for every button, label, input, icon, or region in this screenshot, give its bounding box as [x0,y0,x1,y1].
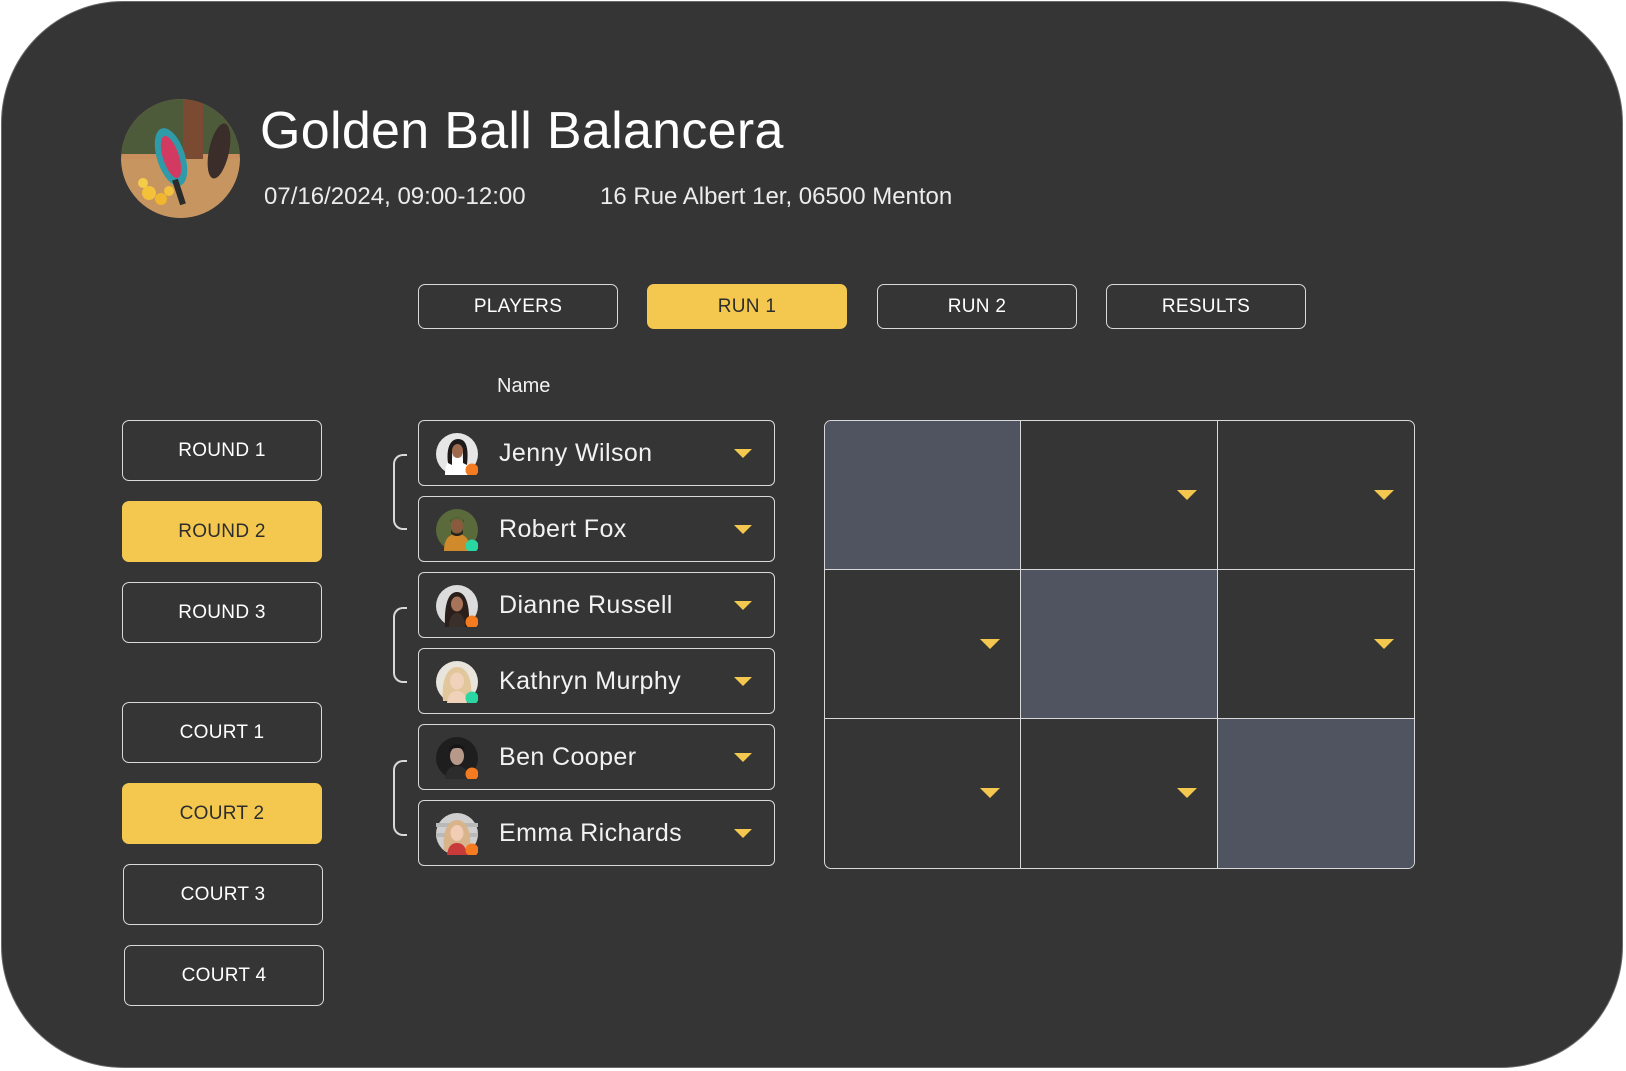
grid-cell-diagonal [825,421,1022,570]
grid-cell-score-select[interactable] [1021,421,1218,570]
event-photo-icon [121,99,240,218]
player-select-ben-cooper[interactable]: Ben Cooper [418,724,775,790]
pair-bracket-3 [393,760,407,836]
round-2-button[interactable]: ROUND 2 [122,501,322,562]
grid-cell-score-select[interactable] [825,719,1022,868]
player-select-dianne-russell[interactable]: Dianne Russell [418,572,775,638]
chevron-down-icon [734,829,752,838]
grid-cell-diagonal [1217,719,1414,868]
chevron-down-icon [1373,490,1394,500]
player-name: Dianne Russell [499,591,673,619]
player-name: Kathryn Murphy [499,667,682,695]
avatar [436,585,478,627]
grid-cell-diagonal [1021,570,1218,719]
player-name: Robert Fox [499,515,627,543]
grid-cell-score-select[interactable] [1021,719,1218,868]
chevron-down-icon [1373,639,1394,649]
player-name: Ben Cooper [499,743,637,771]
pair-bracket-1 [393,454,407,530]
avatar [436,737,478,779]
event-avatar [121,99,240,218]
chevron-down-icon [980,639,1001,649]
chevron-down-icon [1176,788,1197,798]
chevron-down-icon [734,449,752,458]
player-name: Jenny Wilson [499,439,653,467]
grid-cell-score-select[interactable] [1217,570,1414,719]
player-select-robert-fox[interactable]: Robert Fox [418,496,775,562]
event-title: Golden Ball Balancera [260,102,784,160]
player-name: Emma Richards [499,819,683,847]
round-3-button[interactable]: ROUND 3 [122,582,322,643]
chevron-down-icon [734,525,752,534]
court-1-button[interactable]: COURT 1 [122,702,322,763]
player-select-jenny-wilson[interactable]: Jenny Wilson [418,420,775,486]
tab-results[interactable]: RESULTS [1106,284,1306,329]
avatar [436,433,478,475]
event-datetime: 07/16/2024, 09:00-12:00 [264,183,526,210]
chevron-down-icon [1176,490,1197,500]
match-score-grid [824,420,1415,869]
round-1-button[interactable]: ROUND 1 [122,420,322,481]
pair-bracket-2 [393,607,407,683]
avatar [436,509,478,551]
event-address: 16 Rue Albert 1er, 06500 Menton [600,183,953,210]
chevron-down-icon [734,601,752,610]
tab-players[interactable]: PLAYERS [418,284,618,329]
avatar [436,661,478,703]
chevron-down-icon [980,788,1001,798]
court-2-button[interactable]: COURT 2 [122,783,322,844]
grid-cell-score-select[interactable] [825,570,1022,719]
court-3-button[interactable]: COURT 3 [123,864,323,925]
player-select-emma-richards[interactable]: Emma Richards [418,800,775,866]
app-frame: Golden Ball Balancera 07/16/2024, 09:00-… [1,1,1623,1068]
name-column-header: Name [497,375,551,397]
tab-run-2[interactable]: RUN 2 [877,284,1077,329]
chevron-down-icon [734,677,752,686]
player-select-kathryn-murphy[interactable]: Kathryn Murphy [418,648,775,714]
court-4-button[interactable]: COURT 4 [124,945,324,1006]
grid-cell-score-select[interactable] [1217,421,1414,570]
tab-run-1[interactable]: RUN 1 [647,284,847,329]
avatar [436,813,478,855]
chevron-down-icon [734,753,752,762]
